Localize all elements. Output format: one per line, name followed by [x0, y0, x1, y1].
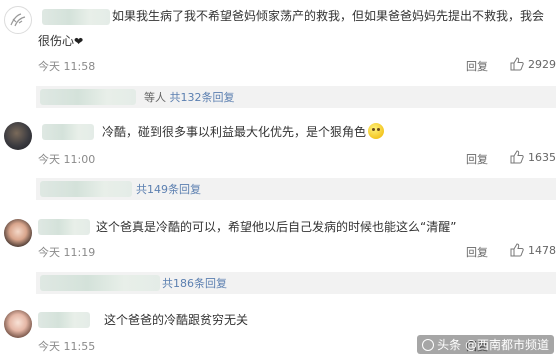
comment-time: 今天 11:55	[38, 340, 96, 353]
thumbs-up-icon	[510, 57, 524, 71]
thumbs-up-icon	[510, 243, 524, 257]
like-button[interactable]: 2929	[510, 57, 556, 71]
comment-text-line1: 如果我生病了我不希望爸妈倾家荡产的救我，但如果爸爸妈妈先提出不救我，我会	[112, 9, 545, 23]
reply-button[interactable]: 回复	[466, 151, 488, 167]
comment-3: 这个爸真是冷酷的可以，希望他以后自己发病的时候也能这么“清醒” 今天 11:19…	[0, 215, 560, 300]
like-button[interactable]: 1478	[510, 243, 556, 257]
comment-time: 今天 11:19	[38, 246, 96, 259]
comment-time: 今天 11:00	[38, 153, 96, 166]
username-blurred[interactable]	[38, 312, 90, 328]
like-count: 2929	[528, 57, 556, 71]
avatar[interactable]	[4, 219, 32, 247]
reply-count-link[interactable]: 共132条回复	[170, 91, 235, 104]
thumbs-up-icon	[510, 150, 524, 164]
reply-usernames-blurred	[40, 181, 132, 197]
comment-text-body: 冷酷，碰到很多事以利益最大化优先，是个狠角色	[102, 125, 367, 139]
reply-button[interactable]: 回复	[466, 244, 488, 260]
reply-summary[interactable]: 共186条回复	[162, 275, 227, 291]
comment-1: 如果我生病了我不希望爸妈倾家荡产的救我，但如果爸爸妈妈先提出不救我，我会 很伤心…	[0, 0, 560, 110]
toutiao-logo-icon	[422, 339, 435, 351]
reply-summary[interactable]: 等人 共132条回复	[144, 89, 235, 105]
like-button[interactable]: 1635	[510, 150, 556, 164]
avatar[interactable]	[4, 6, 32, 34]
username-blurred[interactable]	[38, 219, 90, 235]
reply-usernames-blurred	[40, 89, 136, 105]
reply-usernames-blurred	[40, 275, 160, 291]
heart-icon: ❤	[74, 35, 84, 48]
avatar[interactable]	[4, 310, 32, 338]
comment-2: 冷酷，碰到很多事以利益最大化优先，是个狠角色 今天 11:00 回复 1635 …	[0, 120, 560, 205]
reply-summary-box[interactable]: 共149条回复	[36, 178, 556, 200]
comment-text: 这个爸爸的冷酷跟贫穷无关	[104, 313, 249, 327]
like-count: 1478	[528, 243, 556, 257]
like-count: 1635	[528, 150, 556, 164]
comment-text: 这个爸真是冷酷的可以，希望他以后自己发病的时候也能这么“清醒”	[96, 220, 457, 234]
reply-count-link[interactable]: 共149条回复	[136, 183, 201, 196]
reply-summary[interactable]: 共149条回复	[136, 181, 201, 197]
watermark: 头条 @西南都市频道	[417, 335, 554, 354]
avatar[interactable]	[4, 122, 32, 150]
reply-button[interactable]: 回复	[466, 58, 488, 74]
watermark-text: 头条 @西南都市频道	[437, 338, 549, 352]
reply-summary-prefix: 等人	[144, 91, 166, 104]
smiley-emoji-icon	[368, 123, 385, 139]
comment-text-line2: 很伤心❤	[38, 32, 83, 51]
reply-count-link[interactable]: 共186条回复	[162, 277, 227, 290]
username-blurred[interactable]	[42, 9, 110, 25]
reply-summary-box[interactable]: 共186条回复	[36, 272, 556, 294]
comment-time: 今天 11:58	[38, 60, 96, 73]
username-blurred[interactable]	[42, 124, 94, 140]
reply-summary-box[interactable]: 等人 共132条回复	[36, 86, 556, 108]
comment-text: 冷酷，碰到很多事以利益最大化优先，是个狠角色	[102, 123, 385, 142]
comment-text-line2-text: 很伤心	[38, 34, 75, 48]
sketch-avatar-icon	[10, 13, 26, 27]
